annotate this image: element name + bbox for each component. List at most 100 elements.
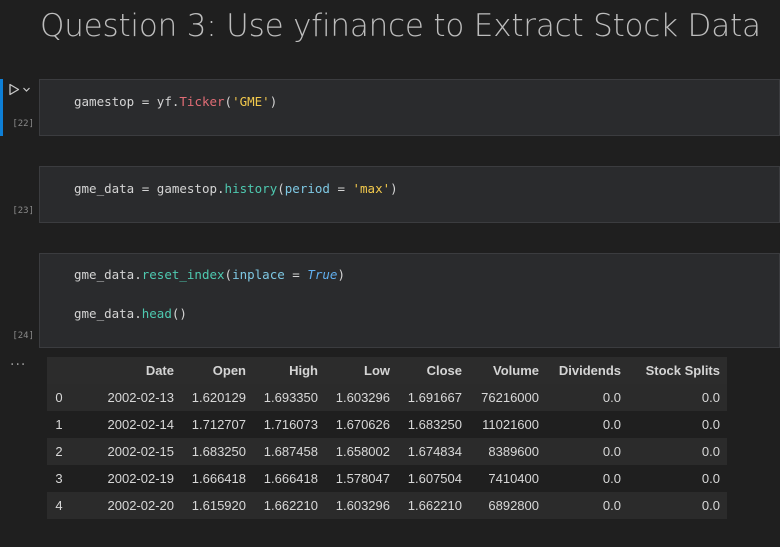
- column-header: Open: [181, 357, 253, 384]
- table-row: 0 2002-02-13 1.620129 1.693350 1.603296 …: [47, 384, 727, 411]
- cell-volume: 6892800: [469, 492, 546, 519]
- execution-count: [23]: [12, 206, 34, 216]
- column-header: Volume: [469, 357, 546, 384]
- code-editor[interactable]: gamestop = yf.Ticker('GME'): [39, 79, 780, 136]
- cell-high: 1.666418: [253, 465, 325, 492]
- cell-stock-splits: 0.0: [628, 411, 727, 438]
- code-editor[interactable]: gme_data = gamestop.history(period = 'ma…: [39, 166, 780, 223]
- code-token: yf: [156, 94, 172, 109]
- code-token: ): [269, 94, 278, 109]
- cell-high: 1.662210: [253, 492, 325, 519]
- code-token: Ticker: [179, 94, 225, 109]
- code-token: (): [171, 306, 187, 321]
- code-token: head: [141, 306, 172, 321]
- cell-low: 1.603296: [325, 384, 397, 411]
- code-token: gamestop: [74, 94, 135, 109]
- column-header: Date: [71, 357, 181, 384]
- cell-dividends: 0.0: [546, 411, 628, 438]
- code-token: (: [224, 267, 233, 282]
- code-token: history: [224, 181, 278, 196]
- cell-dividends: 0.0: [546, 492, 628, 519]
- row-index: 2: [47, 438, 71, 465]
- play-icon[interactable]: [8, 83, 20, 96]
- code-token: gme_data: [74, 181, 135, 196]
- cell-open: 1.666418: [181, 465, 253, 492]
- row-index: 4: [47, 492, 71, 519]
- code-line: gme_data.reset_index(inplace = True): [74, 267, 345, 282]
- code-token: ): [390, 181, 398, 196]
- cell-gutter: [22]: [0, 79, 38, 136]
- cell-open: 1.620129: [181, 384, 253, 411]
- column-header: Low: [325, 357, 397, 384]
- run-controls: [8, 83, 31, 96]
- column-header: [47, 357, 71, 384]
- code-token: .: [217, 181, 225, 196]
- cell-date: 2002-02-19: [71, 465, 181, 492]
- code-token: gme_data: [74, 267, 135, 282]
- cell-stock-splits: 0.0: [628, 465, 727, 492]
- code-token: .: [134, 267, 142, 282]
- execution-count: [22]: [12, 119, 34, 129]
- cell-volume: 11021600: [469, 411, 546, 438]
- output-actions-icon[interactable]: ···: [10, 357, 26, 373]
- cell-date: 2002-02-13: [71, 384, 181, 411]
- cell-close: 1.683250: [397, 411, 469, 438]
- cell-stock-splits: 0.0: [628, 384, 727, 411]
- code-token: .: [134, 306, 142, 321]
- row-index: 0: [47, 384, 71, 411]
- code-token: =: [134, 94, 157, 109]
- code-line: gamestop = yf.Ticker('GME'): [74, 94, 277, 109]
- chevron-down-icon[interactable]: [22, 85, 31, 94]
- cell-dividends: 0.0: [546, 438, 628, 465]
- cell-open: 1.712707: [181, 411, 253, 438]
- code-token: 'max': [352, 181, 391, 196]
- code-token: (: [224, 94, 233, 109]
- code-token: 'GME': [232, 94, 270, 109]
- code-token: =: [329, 181, 353, 196]
- table-row: 4 2002-02-20 1.615920 1.662210 1.603296 …: [47, 492, 727, 519]
- column-header: High: [253, 357, 325, 384]
- code-token: True: [307, 267, 338, 282]
- code-cell-23[interactable]: [23] gme_data = gamestop.history(period …: [0, 166, 780, 223]
- cell-high: 1.687458: [253, 438, 325, 465]
- table-row: 3 2002-02-19 1.666418 1.666418 1.578047 …: [47, 465, 727, 492]
- column-header: Stock Splits: [628, 357, 727, 384]
- cell-date: 2002-02-14: [71, 411, 181, 438]
- cell-gutter: [24]: [0, 253, 38, 348]
- cell-dividends: 0.0: [546, 465, 628, 492]
- code-token: =: [134, 181, 157, 196]
- code-token: gamestop: [156, 181, 218, 196]
- cell-low: 1.578047: [325, 465, 397, 492]
- code-cell-22[interactable]: [22] gamestop = yf.Ticker('GME'): [0, 79, 780, 136]
- cell-stock-splits: 0.0: [628, 438, 727, 465]
- cell-low: 1.670626: [325, 411, 397, 438]
- dataframe-output: Date Open High Low Close Volume Dividend…: [47, 357, 727, 519]
- row-index: 1: [47, 411, 71, 438]
- code-cell-24[interactable]: [24] gme_data.reset_index(inplace = True…: [0, 253, 780, 348]
- cell-close: 1.607504: [397, 465, 469, 492]
- row-index: 3: [47, 465, 71, 492]
- cell-open: 1.683250: [181, 438, 253, 465]
- cell-close: 1.662210: [397, 492, 469, 519]
- cell-low: 1.603296: [325, 492, 397, 519]
- cell-dividends: 0.0: [546, 384, 628, 411]
- table-row: 1 2002-02-14 1.712707 1.716073 1.670626 …: [47, 411, 727, 438]
- code-token: ): [337, 267, 345, 282]
- column-header: Close: [397, 357, 469, 384]
- cell-volume: 7410400: [469, 465, 546, 492]
- code-token: =: [284, 267, 308, 282]
- code-editor[interactable]: gme_data.reset_index(inplace = True) gme…: [39, 253, 780, 348]
- code-token: period: [284, 181, 330, 196]
- cell-close: 1.674834: [397, 438, 469, 465]
- table-header-row: Date Open High Low Close Volume Dividend…: [47, 357, 727, 384]
- cell-date: 2002-02-20: [71, 492, 181, 519]
- cell-open: 1.615920: [181, 492, 253, 519]
- cell-volume: 76216000: [469, 384, 546, 411]
- cell-high: 1.716073: [253, 411, 325, 438]
- column-header: Dividends: [546, 357, 628, 384]
- code-line: gme_data.head(): [74, 306, 187, 321]
- cell-volume: 8389600: [469, 438, 546, 465]
- cell-gutter: [23]: [0, 166, 38, 223]
- cell-date: 2002-02-15: [71, 438, 181, 465]
- code-token: reset_index: [141, 267, 225, 282]
